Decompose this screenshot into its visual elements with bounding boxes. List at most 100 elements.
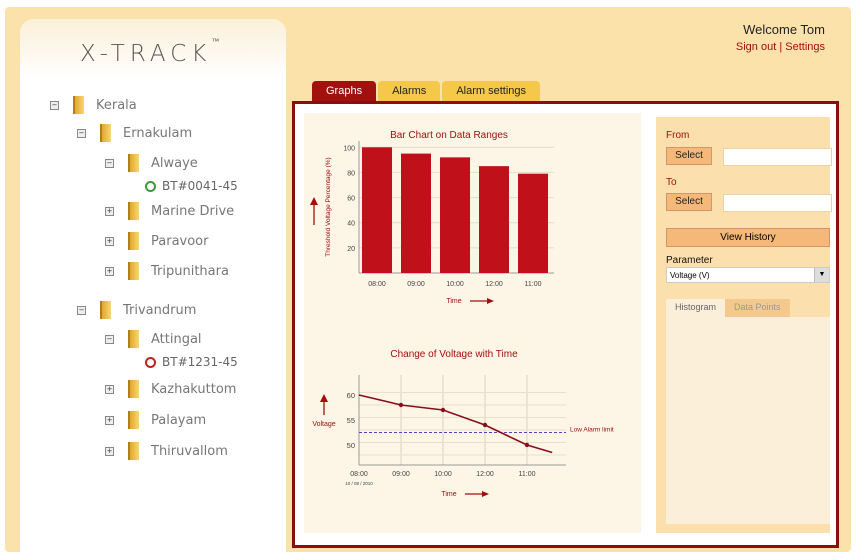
folder-icon [128,411,139,429]
device-label: BT#0041-45 [162,179,238,193]
folder-icon [128,154,139,172]
header-links: Sign out | Settings [736,41,825,53]
sign-out-link[interactable]: Sign out [736,41,776,53]
line-y-tick-label: 50 [347,441,355,450]
arrow-right-head-icon [482,491,489,497]
collapse-icon[interactable]: − [50,100,59,110]
voltage-series-line [358,394,553,454]
tree-node-marine-drive[interactable]: + Marine Drive [105,202,234,220]
bar-chart-title: Bar Chart on Data Ranges [390,130,508,141]
app-window: X-TRACK™ − Kerala − Ernakulam − Alwaye BT#0… [5,7,851,552]
bar-y-tick-label: 60 [347,196,355,203]
line-date-label: 10 / 08 / 2010 [345,481,373,486]
tree-node-label: Thiruvallom [151,443,228,459]
tree-node-paravoor[interactable]: + Paravoor [105,232,208,250]
tree-node-attingal[interactable]: − Attingal [105,330,202,348]
line-chart-title: Change of Voltage with Time [390,349,518,360]
tree-node-alwaye[interactable]: − Alwaye [105,154,198,172]
voltage-point [524,442,530,448]
tree-node-ernakulam[interactable]: − Ernakulam [77,124,192,142]
arrow-right-head-icon [487,298,494,304]
history-panel: From Select To Select View History Param… [656,117,832,533]
line-x-tick-label: 10:00 [434,471,452,478]
collapse-icon[interactable]: − [77,128,86,138]
expand-icon[interactable]: + [105,446,114,456]
folder-icon [128,442,139,460]
status-ok-icon [145,180,156,192]
from-date-input[interactable] [723,148,832,166]
parameter-label: Parameter [666,255,713,266]
bar-x-tick-label: 09:00 [407,281,425,288]
arrow-up-head-icon [320,394,328,402]
tree-node-trivandrum[interactable]: − Trivandrum [77,301,196,319]
tree-node-label: Alwaye [151,155,198,171]
expand-icon[interactable]: + [105,384,114,394]
history-subtabs: Histogram Data Points [666,299,790,318]
tree-node-label: Ernakulam [123,125,193,141]
status-alarm-icon [145,356,156,368]
device-item-bt0041[interactable]: BT#0041-45 [145,179,238,193]
to-date-input[interactable] [723,194,832,212]
to-select-button[interactable]: Select [666,193,712,211]
collapse-icon[interactable]: − [105,158,114,168]
bar [401,153,431,273]
user-header: Welcome Tom Sign out | Settings [736,22,825,53]
tree-node-label: Marine Drive [151,203,235,219]
bar-x-tick-label: 10:00 [446,281,464,288]
line-x-tick-label: 11:00 [519,471,536,478]
bar-x-tick-label: 12:00 [485,281,503,288]
settings-link[interactable]: Settings [785,41,825,53]
bar-y-tick-label: 100 [343,145,355,152]
tab-alarm-settings[interactable]: Alarm settings [442,81,541,101]
expand-icon[interactable]: + [105,415,114,425]
bar-y-axis-label: Threshold Voltage Percentage (%) [325,157,332,256]
folder-icon [128,262,139,280]
tab-data-points[interactable]: Data Points [725,299,790,318]
line-x-axis-label: Time [441,491,456,498]
folder-icon [128,202,139,220]
history-content [666,317,830,524]
collapse-icon[interactable]: − [105,334,114,344]
tab-alarms[interactable]: Alarms [378,81,441,101]
collapse-icon[interactable]: − [77,305,86,315]
parameter-select[interactable]: Voltage (V) ▼ [666,267,830,283]
link-separator: | [779,41,783,53]
tree-node-label: Kerala [96,97,137,113]
app-logo: X-TRACK™ [80,37,220,67]
expand-icon[interactable]: + [105,236,114,246]
folder-icon [128,380,139,398]
bar [362,147,392,273]
folder-icon [73,96,84,114]
tree-node-tripunithara[interactable]: + Tripunithara [105,262,229,280]
device-label: BT#1231-45 [162,355,238,369]
bar-x-tick-label: 11:00 [525,281,542,288]
folder-icon [128,232,139,250]
line-y-tick-label: 55 [347,416,355,425]
expand-icon[interactable]: + [105,206,114,216]
chevron-down-icon[interactable]: ▼ [814,268,829,282]
tab-histogram[interactable]: Histogram [666,299,726,318]
bar-y-tick-label: 80 [347,170,355,177]
expand-icon[interactable]: + [105,266,114,276]
chart-area: Bar Chart on Data Ranges 20 40 60 80 100 08:00… [304,113,641,533]
tree-node-palayam[interactable]: + Palayam [105,411,206,429]
line-y-tick-label: 60 [347,391,355,400]
bar [479,166,509,273]
tab-graphs[interactable]: Graphs [312,81,377,101]
tree-node-thiruvallom[interactable]: + Thiruvallom [105,442,228,460]
voltage-point [440,407,446,413]
tree-node-label: Trivandrum [123,302,197,318]
tree-node-kerala[interactable]: − Kerala [50,96,137,114]
line-y-axis-label: Voltage [312,421,335,428]
from-label: From [666,130,690,141]
view-history-button[interactable]: View History [666,228,830,247]
tree-node-label: Kazhakuttom [151,381,237,397]
bar [518,173,548,273]
tree-node-label: Attingal [151,331,202,347]
device-item-bt1231[interactable]: BT#1231-45 [145,355,238,369]
bar-y-tick-label: 20 [347,246,355,253]
from-select-button[interactable]: Select [666,147,712,165]
alarm-limit-label: Low Alarm limit [570,427,614,434]
folder-icon [100,301,111,319]
tree-node-kazhakuttom[interactable]: + Kazhakuttom [105,380,236,398]
